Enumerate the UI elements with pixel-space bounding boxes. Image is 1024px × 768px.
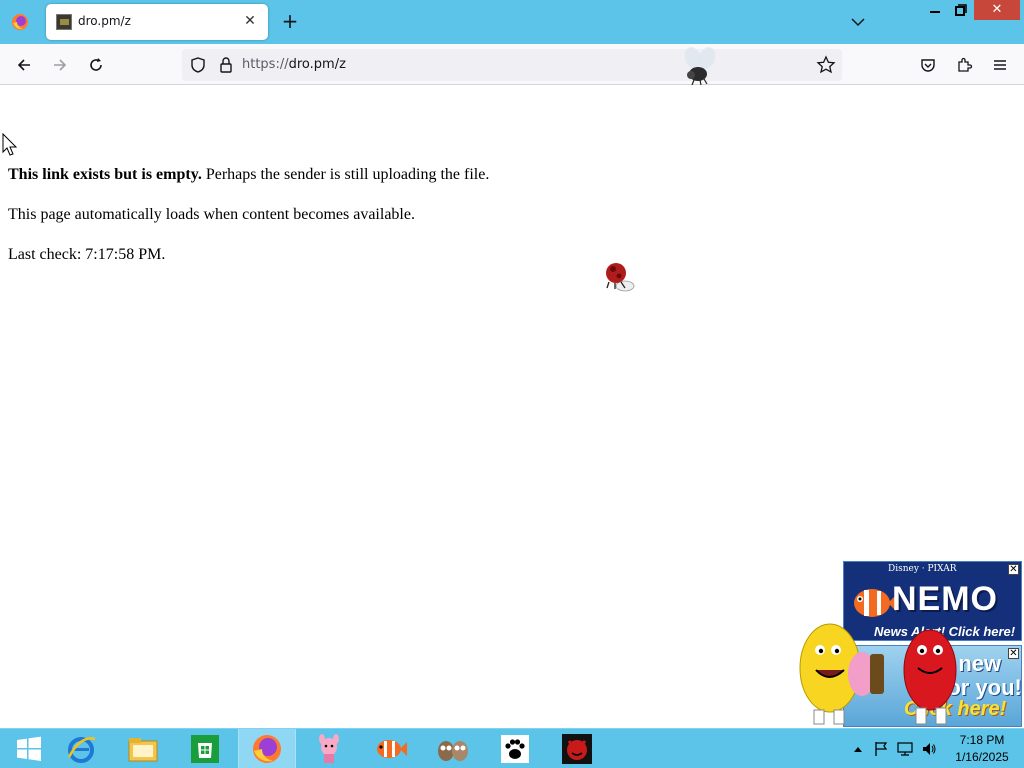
firefox-icon[interactable]	[238, 729, 296, 768]
menu-hamburger-icon[interactable]	[989, 54, 1011, 76]
fish-icon[interactable]	[362, 729, 420, 768]
mouse-cursor-icon	[2, 132, 18, 157]
network-icon[interactable]	[896, 741, 914, 757]
clock-date: 1/16/2025	[955, 750, 1009, 764]
tab-title: dro.pm/z	[78, 14, 131, 28]
show-hidden-icons-icon[interactable]	[849, 741, 867, 757]
ad2-close-icon[interactable]: ✕	[1008, 648, 1019, 659]
firefox-view-icon[interactable]	[8, 10, 32, 34]
empty-link-heading: This link exists but is empty.	[8, 166, 202, 183]
system-clock[interactable]: 7:18 PM 1/16/2025	[944, 732, 1020, 766]
bookmark-star-icon[interactable]	[816, 55, 836, 75]
url-text[interactable]: https://dro.pm/z	[242, 57, 346, 72]
tracking-protection-shield-icon[interactable]	[188, 55, 208, 75]
tab-strip: dro.pm/z ✕ + ✕	[0, 0, 1024, 44]
close-window-icon[interactable]: ✕	[974, 0, 1020, 20]
url-scheme: https://	[242, 57, 289, 72]
desktop: dro.pm/z ✕ + ✕ https://dro.pm/z This lin…	[0, 0, 1024, 768]
new-tab-icon[interactable]: +	[280, 11, 300, 31]
tab-active[interactable]: dro.pm/z ✕	[46, 4, 268, 40]
forward-icon[interactable]	[49, 54, 71, 76]
lock-icon[interactable]	[216, 55, 236, 75]
action-center-flag-icon[interactable]	[872, 741, 890, 757]
paw-icon[interactable]	[486, 729, 544, 768]
clock-time: 7:18 PM	[959, 733, 1005, 747]
ad-close-icon[interactable]: ✕	[1008, 564, 1019, 575]
auto-load-message: This page automatically loads when conte…	[8, 206, 415, 223]
taskbar: 7:18 PM 1/16/2025	[0, 728, 1024, 768]
piglet-icon[interactable]	[300, 729, 358, 768]
red-devil-icon[interactable]	[548, 729, 606, 768]
fly-sprite-icon	[680, 44, 720, 88]
empty-link-message: This link exists but is empty. Perhaps t…	[8, 166, 489, 184]
url-bar[interactable]: https://dro.pm/z	[182, 49, 842, 81]
ad-brand-text: Disney · PIXAR	[888, 564, 957, 574]
site-favicon-icon	[56, 14, 72, 30]
volume-icon[interactable]	[920, 741, 938, 757]
url-host: dro.pm/z	[288, 57, 346, 72]
tab-close-icon[interactable]: ✕	[242, 13, 258, 29]
store-icon[interactable]	[176, 729, 234, 768]
empty-link-detail: Perhaps the sender is still uploading th…	[201, 166, 490, 183]
back-icon[interactable]	[13, 54, 35, 76]
mm-mascots-icon	[796, 610, 966, 730]
start-icon[interactable]	[0, 729, 58, 768]
navigation-toolbar: https://dro.pm/z	[0, 44, 1024, 85]
last-check-status: Last check: 7:17:58 PM.	[8, 246, 166, 263]
minimize-icon[interactable]	[922, 0, 948, 20]
list-all-tabs-icon[interactable]	[848, 12, 868, 32]
ladybug-sprite-icon	[603, 260, 637, 292]
extensions-icon[interactable]	[953, 54, 975, 76]
owls-icon[interactable]	[424, 729, 482, 768]
reload-icon[interactable]	[85, 54, 107, 76]
file-explorer-icon[interactable]	[114, 729, 172, 768]
pocket-icon[interactable]	[917, 54, 939, 76]
restore-icon[interactable]	[948, 0, 974, 20]
internet-explorer-icon[interactable]	[52, 729, 110, 768]
